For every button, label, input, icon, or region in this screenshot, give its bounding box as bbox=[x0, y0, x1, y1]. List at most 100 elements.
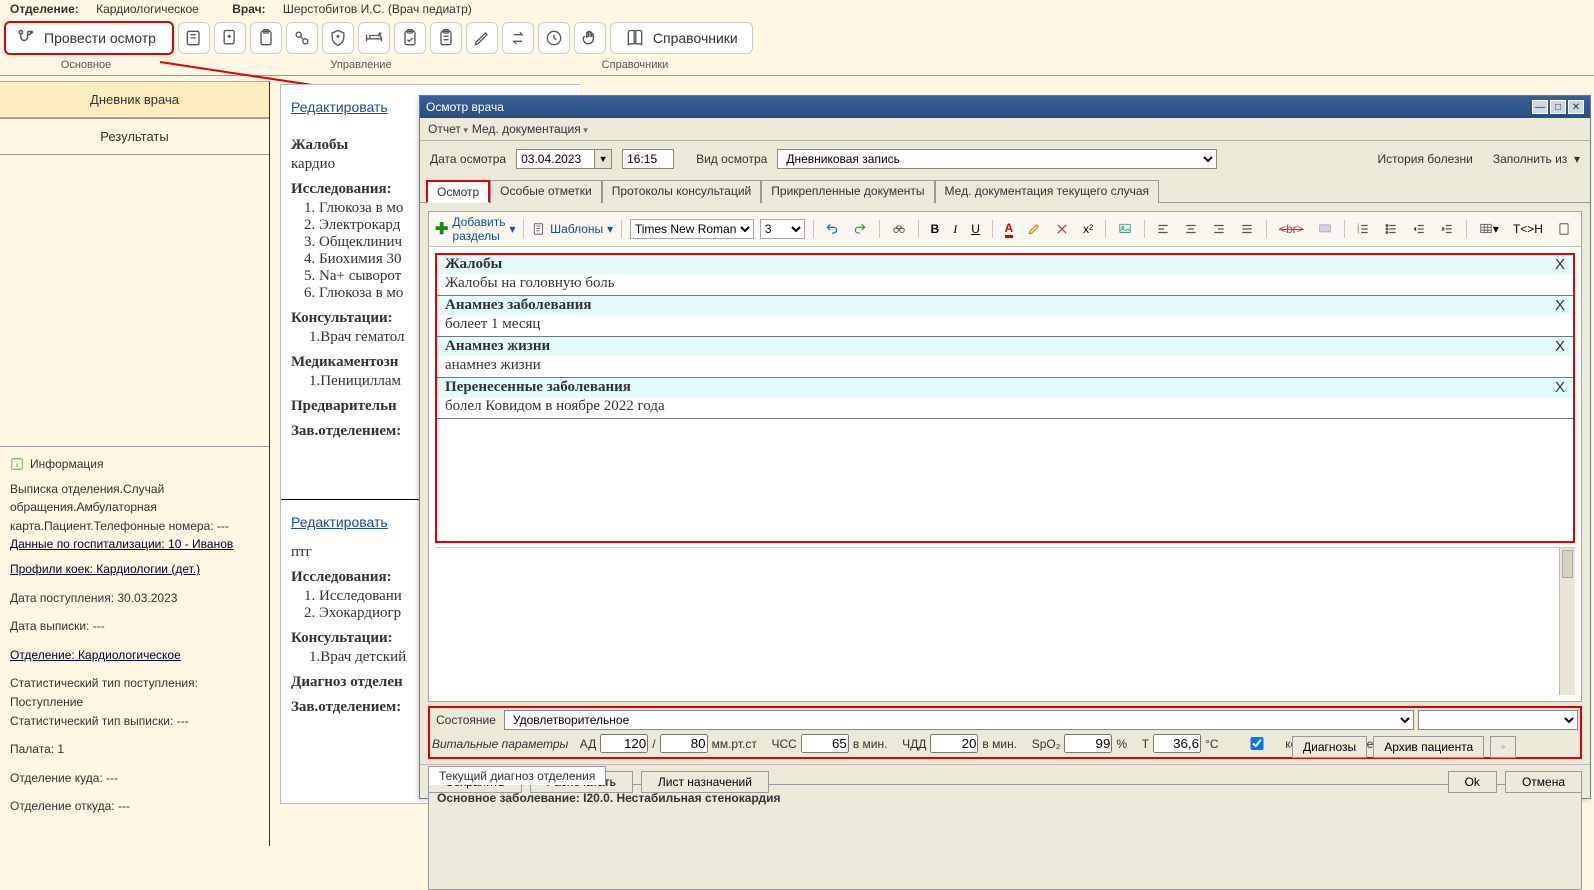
tab-case-meddocs[interactable]: Мед. документация текущего случая bbox=[935, 180, 1160, 203]
ad-systolic-input[interactable] bbox=[600, 734, 648, 753]
exam-date-input[interactable] bbox=[516, 149, 594, 169]
image-button[interactable] bbox=[1114, 219, 1136, 239]
state-extra-select[interactable] bbox=[1418, 710, 1578, 730]
editor-empty-area[interactable] bbox=[435, 547, 1575, 695]
align-right-button[interactable] bbox=[1208, 219, 1230, 239]
fill-from-menu[interactable]: Заполнить из ▾ bbox=[1493, 152, 1580, 166]
prescriptions-button[interactable]: Лист назначений bbox=[641, 771, 769, 793]
add-sections-button[interactable]: ✚Добавить разделы ▾ bbox=[435, 215, 515, 243]
highlight-button[interactable] bbox=[1023, 219, 1045, 239]
section-content[interactable]: Жалобы на головную боль bbox=[437, 274, 1573, 295]
bold-button[interactable]: B bbox=[927, 219, 944, 239]
edit-link-2[interactable]: Редактировать bbox=[291, 514, 388, 530]
dialog-titlebar[interactable]: Осмотр врача — □ ✕ bbox=[420, 96, 1590, 118]
toolbar-icon-4[interactable] bbox=[286, 22, 318, 54]
toolbar-icon-12[interactable] bbox=[574, 22, 606, 54]
copy-templist-checkbox[interactable] bbox=[1233, 737, 1281, 750]
toolbar-icon-9[interactable] bbox=[466, 22, 498, 54]
toolbar-icon-2[interactable] bbox=[214, 22, 246, 54]
group-main-label: Основное bbox=[0, 57, 172, 75]
close-button[interactable]: ✕ bbox=[1568, 100, 1584, 114]
archive-button[interactable]: Архив пациента bbox=[1373, 736, 1484, 758]
bullet-list-button[interactable] bbox=[1380, 219, 1402, 239]
section-remove-button[interactable]: X bbox=[1555, 297, 1565, 314]
strikethrough-button[interactable]: <br> bbox=[1275, 219, 1308, 239]
section-remove-button[interactable]: X bbox=[1555, 379, 1565, 396]
ok-button[interactable]: Ok bbox=[1448, 771, 1497, 793]
info-link-beds[interactable]: Профили коек: Кардиологии (дет.) bbox=[10, 562, 200, 576]
italic-button[interactable]: I bbox=[949, 219, 961, 239]
toolbar-icon-10[interactable] bbox=[502, 22, 534, 54]
tab-exam[interactable]: Осмотр bbox=[426, 180, 490, 203]
references-button[interactable]: Справочники bbox=[610, 22, 753, 54]
font-select[interactable]: Times New Roman bbox=[630, 219, 754, 239]
eraser-icon bbox=[1055, 222, 1069, 236]
exam-time-input[interactable] bbox=[622, 149, 674, 169]
date-dropdown-button[interactable]: ▼ bbox=[594, 149, 612, 169]
spo-unit: % bbox=[1116, 737, 1127, 751]
tab-special-marks[interactable]: Особые отметки bbox=[490, 180, 602, 203]
redo-button[interactable] bbox=[849, 219, 871, 239]
exam-type-select[interactable]: Дневниковая запись bbox=[777, 149, 1217, 169]
align-center-button[interactable] bbox=[1180, 219, 1202, 239]
book-tool-button[interactable] bbox=[1490, 736, 1516, 758]
minimize-button[interactable]: — bbox=[1532, 100, 1548, 114]
info-link-hosp[interactable]: Данные по госпитализации: 10 - Иванов bbox=[10, 537, 233, 551]
perform-exam-button[interactable]: Провести осмотр bbox=[4, 21, 174, 55]
maximize-button[interactable]: □ bbox=[1550, 100, 1566, 114]
tab-consult-protocols[interactable]: Протоколы консультаций bbox=[602, 180, 762, 203]
toolbar-icon-6[interactable] bbox=[358, 22, 390, 54]
menu-meddoc[interactable]: Мед. документация bbox=[472, 122, 588, 136]
info-link-dept[interactable]: Отделение: Кардиологическое bbox=[10, 648, 181, 662]
text-button[interactable]: T<>H bbox=[1509, 219, 1547, 239]
toolbar-icon-5[interactable] bbox=[322, 22, 354, 54]
page-button[interactable] bbox=[1553, 219, 1575, 239]
section-remove-button[interactable]: X bbox=[1555, 256, 1565, 273]
current-diagnosis-tab[interactable]: Текущий диагноз отделения bbox=[428, 766, 606, 785]
find-button[interactable] bbox=[888, 219, 910, 239]
superscript-button[interactable]: x² bbox=[1079, 219, 1097, 239]
table-button[interactable]: ▾ bbox=[1475, 219, 1503, 239]
scrollbar-thumb[interactable] bbox=[1562, 550, 1573, 578]
toolbar-icon-3[interactable] bbox=[250, 22, 282, 54]
history-button[interactable]: История болезни bbox=[1377, 152, 1472, 166]
bed-plus-icon bbox=[364, 28, 384, 48]
scrollbar[interactable] bbox=[1559, 548, 1575, 695]
toolbar-icon-1[interactable] bbox=[178, 22, 210, 54]
editor-body[interactable]: ЖалобыXЖалобы на головную больАнамнез за… bbox=[435, 253, 1575, 543]
align-justify-button[interactable] bbox=[1236, 219, 1258, 239]
undo-button[interactable] bbox=[821, 219, 843, 239]
cell-button[interactable] bbox=[1314, 219, 1336, 239]
outdent-button[interactable] bbox=[1408, 219, 1430, 239]
app-header: Отделение: Кардиологическое Врач: Шерсто… bbox=[0, 0, 1594, 17]
numbered-list-button[interactable]: 123 bbox=[1352, 219, 1374, 239]
hr-input[interactable] bbox=[801, 734, 849, 753]
indent-button[interactable] bbox=[1436, 219, 1458, 239]
erase-format-button[interactable] bbox=[1051, 219, 1073, 239]
align-left-button[interactable] bbox=[1152, 219, 1174, 239]
menu-report[interactable]: Отчет bbox=[428, 122, 468, 136]
tab-attachments[interactable]: Прикрепленные документы bbox=[761, 180, 934, 203]
ad-diastolic-input[interactable] bbox=[660, 734, 708, 753]
left-tab-results[interactable]: Результаты bbox=[0, 118, 269, 155]
spo-input[interactable] bbox=[1064, 734, 1112, 753]
br-input[interactable] bbox=[930, 734, 978, 753]
toolbar-icon-8[interactable] bbox=[430, 22, 462, 54]
section-remove-button[interactable]: X bbox=[1555, 338, 1565, 355]
font-size-select[interactable]: 3 bbox=[760, 219, 805, 239]
toolbar-icon-11[interactable] bbox=[538, 22, 570, 54]
state-select[interactable]: Удовлетворительное bbox=[504, 710, 1414, 730]
section-content[interactable]: анамнез жизни bbox=[437, 356, 1573, 377]
diagnoses-button[interactable]: Диагнозы bbox=[1292, 736, 1367, 758]
left-tab-diary[interactable]: Дневник врача bbox=[0, 81, 269, 118]
toolbar-icon-7[interactable] bbox=[394, 22, 426, 54]
edit-link-1[interactable]: Редактировать bbox=[291, 99, 388, 115]
section-content[interactable]: болеет 1 месяц bbox=[437, 315, 1573, 336]
t-input[interactable] bbox=[1153, 734, 1201, 753]
section-content[interactable]: болел Ковидом в ноябре 2022 года bbox=[437, 397, 1573, 418]
underline-button[interactable]: U bbox=[967, 219, 984, 239]
cancel-button[interactable]: Отмена bbox=[1505, 771, 1582, 793]
templates-button[interactable]: Шаблоны ▾ bbox=[532, 222, 613, 236]
font-color-button[interactable]: A bbox=[1001, 219, 1018, 239]
exam-date-combo[interactable]: ▼ bbox=[516, 149, 612, 169]
